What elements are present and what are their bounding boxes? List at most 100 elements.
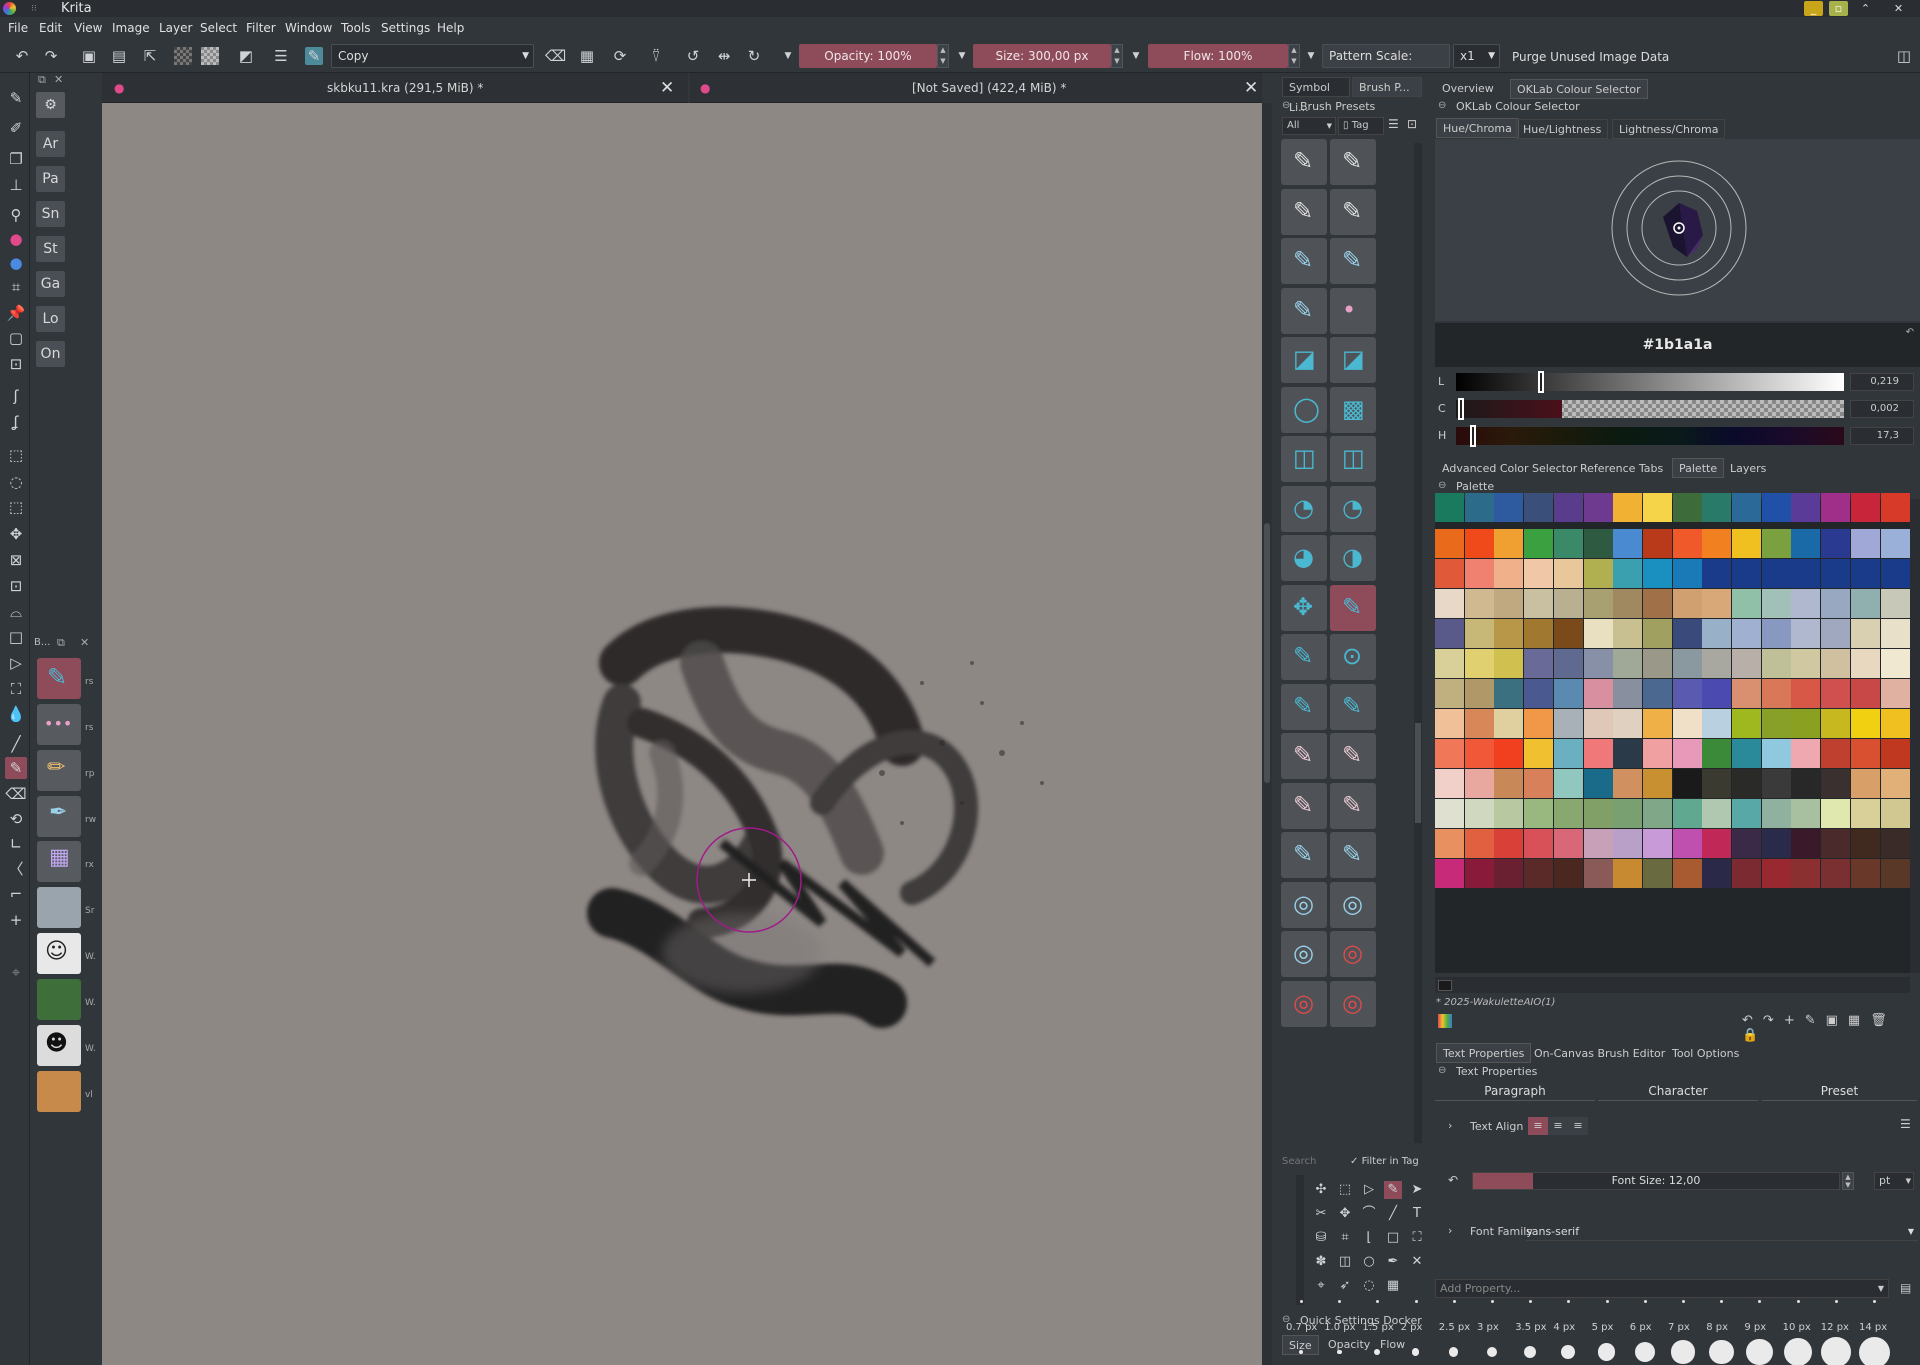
- brush-preset-item[interactable]: ◑: [1330, 535, 1376, 581]
- palette-swatch[interactable]: [1524, 739, 1554, 768]
- palette-swatch[interactable]: [1672, 559, 1702, 588]
- add-icon[interactable]: +: [1784, 1013, 1805, 1028]
- palette-swatch[interactable]: [1702, 709, 1732, 738]
- palette-hscroll[interactable]: [1435, 977, 1910, 993]
- lock-icon[interactable]: ⊖: [1438, 100, 1446, 111]
- shortcut-sn[interactable]: Sn: [36, 201, 65, 227]
- palette-swatch[interactable]: [1821, 769, 1851, 798]
- close-tab-icon[interactable]: ✕: [660, 78, 674, 98]
- size-preset-button[interactable]: [1821, 1337, 1851, 1365]
- palette-swatch[interactable]: [1613, 529, 1643, 558]
- brush-preset-item[interactable]: ⊙: [1330, 634, 1376, 680]
- palette-swatch[interactable]: [1613, 559, 1643, 588]
- sidebar-toggle-icon[interactable]: ◫: [1895, 47, 1913, 65]
- maximize-button[interactable]: ▫: [1829, 1, 1848, 16]
- palette-swatch[interactable]: [1553, 829, 1583, 858]
- purge-button[interactable]: Purge Unused Image Data: [1512, 50, 1669, 64]
- close-icon[interactable]: ✕: [54, 73, 63, 86]
- move-icon[interactable]: ✥: [1336, 1205, 1354, 1223]
- palette-swatch[interactable]: [1821, 529, 1851, 558]
- brush-preset-item[interactable]: ◎: [1330, 980, 1376, 1027]
- brush-preset-item[interactable]: ✎: [1281, 287, 1327, 334]
- palette-swatch[interactable]: [1613, 769, 1643, 798]
- brush-preset-item[interactable]: ▩: [1330, 386, 1376, 433]
- assistant-icon[interactable]: ⛶: [1408, 1229, 1426, 1247]
- palette-swatch[interactable]: [1732, 619, 1761, 648]
- menu-tools[interactable]: Tools: [341, 21, 371, 35]
- rotate-right-icon[interactable]: ↻: [745, 47, 763, 65]
- palette-swatch[interactable]: [1880, 769, 1910, 798]
- size-preset-button[interactable]: [1298, 1349, 1304, 1355]
- brush-item[interactable]: ✏: [37, 750, 81, 791]
- palette-swatch[interactable]: [1672, 589, 1702, 618]
- palette-swatch[interactable]: [1850, 559, 1880, 588]
- palette-swatch[interactable]: [1642, 559, 1672, 588]
- font-size-slider[interactable]: Font Size: 12,00: [1472, 1172, 1840, 1190]
- lock-icon[interactable]: 🔒: [1742, 1028, 1768, 1043]
- menu-help[interactable]: Help: [437, 21, 464, 35]
- palette-swatch[interactable]: [1642, 649, 1672, 678]
- palette-swatch[interactable]: [1524, 799, 1554, 828]
- palette-swatch[interactable]: [1613, 649, 1643, 678]
- tab-preset[interactable]: Preset: [1762, 1081, 1917, 1101]
- brush-preset-item[interactable]: ✎: [1330, 139, 1376, 185]
- freehand-select-icon[interactable]: ◌: [5, 471, 27, 493]
- close-window-button[interactable]: ✕: [1889, 1, 1908, 16]
- palette-swatch[interactable]: [1494, 769, 1524, 798]
- size-preset-button[interactable]: [1524, 1345, 1537, 1359]
- palette-swatch[interactable]: [1553, 679, 1583, 708]
- eyedropper-icon[interactable]: ⌖: [5, 961, 27, 983]
- palette-swatch[interactable]: [1583, 529, 1613, 558]
- palette-swatch[interactable]: [1880, 619, 1910, 648]
- fill-icon[interactable]: 💧: [5, 703, 27, 725]
- brush-preset-item[interactable]: ◯: [1281, 386, 1327, 433]
- palette-swatch[interactable]: [1613, 493, 1643, 522]
- brush-preset-item[interactable]: ✎: [1330, 832, 1376, 878]
- rotate-icon[interactable]: ⟲: [5, 808, 27, 830]
- eraser-icon[interactable]: ⌫: [545, 47, 566, 65]
- brush-preset-item[interactable]: ✎: [1330, 238, 1376, 284]
- brush-item[interactable]: •••: [37, 704, 81, 745]
- tab-lightness-chroma[interactable]: Lightness/Chroma: [1612, 119, 1726, 139]
- brush-item[interactable]: ✒: [37, 796, 81, 837]
- reload-preset-icon[interactable]: ⟳: [611, 47, 629, 65]
- copy-icon[interactable]: ❐: [5, 148, 27, 170]
- brush-preset-item[interactable]: ◕: [1281, 535, 1327, 581]
- palette-swatch[interactable]: [1791, 529, 1821, 558]
- crop-tool-icon[interactable]: ⊡: [5, 575, 27, 597]
- shortcut-st[interactable]: St: [36, 236, 65, 262]
- tab-on-canvas-brush-editor[interactable]: On-Canvas Brush Editor: [1528, 1044, 1671, 1064]
- palette-swatch[interactable]: [1880, 589, 1910, 618]
- palette-swatch[interactable]: [1791, 829, 1821, 858]
- palette-swatch[interactable]: [1702, 559, 1732, 588]
- palette-swatch[interactable]: [1850, 799, 1880, 828]
- palette-swatch[interactable]: [1702, 619, 1732, 648]
- brush-preset-item[interactable]: ◫: [1281, 436, 1327, 482]
- chevron-down-icon[interactable]: ▼: [779, 47, 797, 65]
- palette-swatch[interactable]: [1880, 739, 1910, 768]
- brush-item[interactable]: ☻: [37, 1025, 81, 1066]
- palette-swatch[interactable]: [1464, 829, 1494, 858]
- tab-brush-presets[interactable]: Brush P...: [1352, 77, 1422, 97]
- palette-swatch[interactable]: [1524, 859, 1554, 888]
- palette-swatch[interactable]: [1791, 709, 1821, 738]
- brush-preset-item[interactable]: ◎: [1281, 980, 1327, 1027]
- tab-layers[interactable]: Layers: [1724, 459, 1772, 479]
- palette-swatch[interactable]: [1821, 709, 1851, 738]
- save-icon[interactable]: ▣: [80, 47, 98, 65]
- palette-swatch[interactable]: [1642, 829, 1672, 858]
- brush-preset-item[interactable]: ◔: [1281, 485, 1327, 532]
- ellipse-icon[interactable]: ○: [1360, 1253, 1378, 1271]
- palette-swatch[interactable]: [1791, 559, 1821, 588]
- size-slider[interactable]: Size: 300,00 px: [973, 44, 1111, 68]
- palette-swatch[interactable]: [1613, 799, 1643, 828]
- palette-swatch[interactable]: [1732, 493, 1761, 522]
- palette-swatch[interactable]: [1613, 619, 1643, 648]
- palette-swatch[interactable]: [1880, 649, 1910, 678]
- brush-item[interactable]: ▦: [37, 841, 81, 882]
- palette-swatch[interactable]: [1791, 679, 1821, 708]
- grid-icon[interactable]: ▦: [1848, 1013, 1870, 1028]
- palette-swatch[interactable]: [1494, 493, 1524, 522]
- tab-text-properties[interactable]: Text Properties: [1436, 1043, 1532, 1063]
- palette-swatch[interactable]: [1583, 559, 1613, 588]
